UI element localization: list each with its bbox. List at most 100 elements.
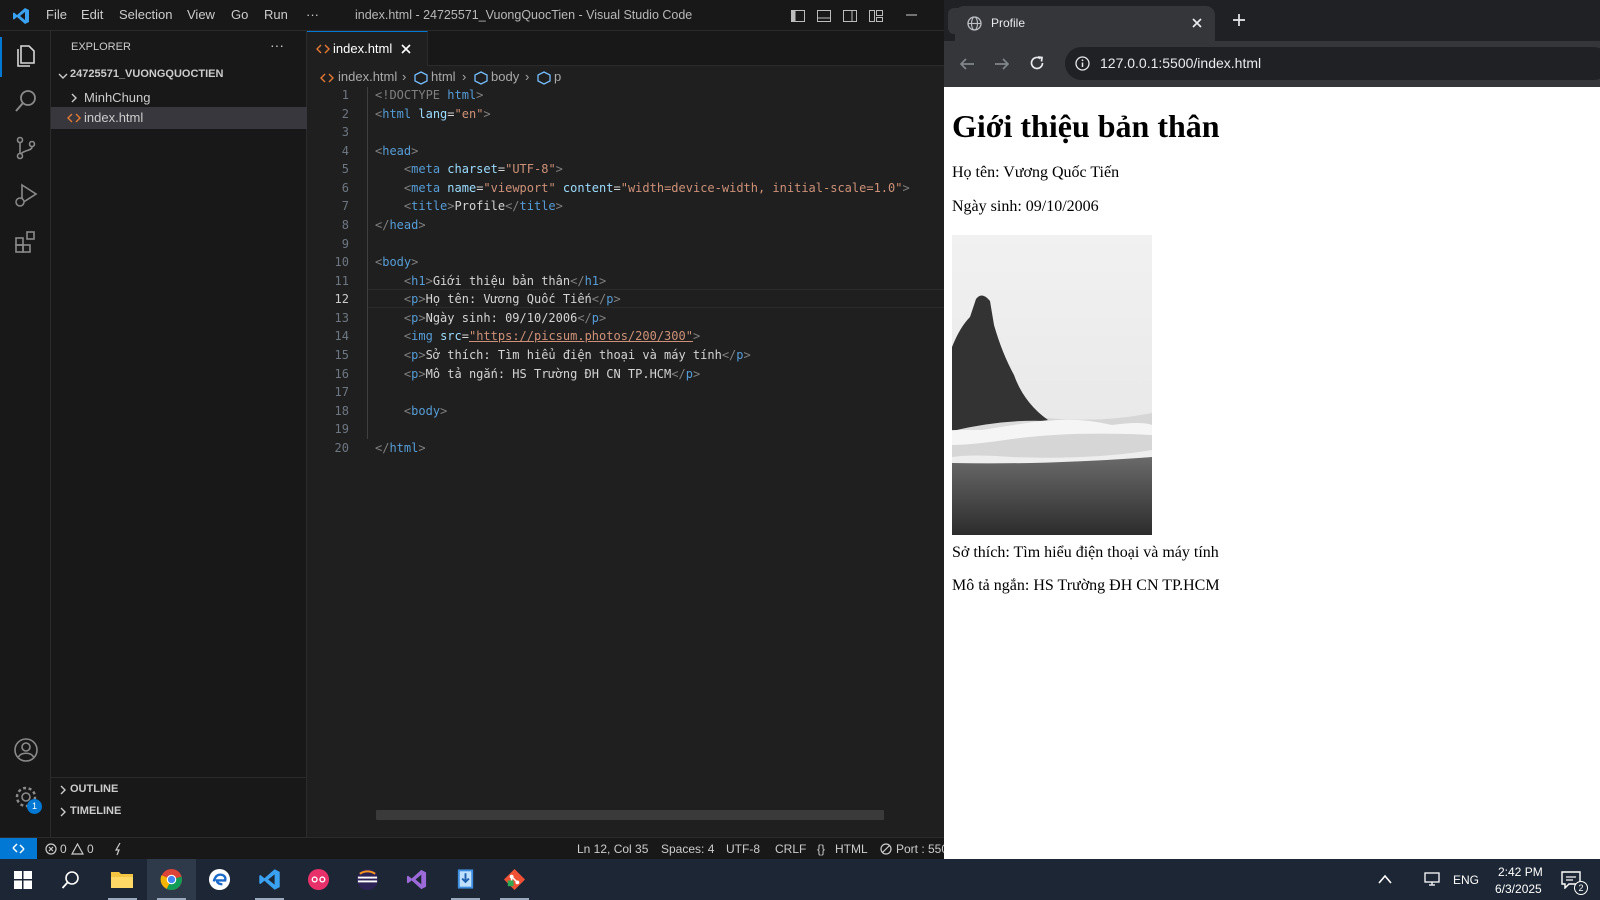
- dob-paragraph: Ngày sinh: 09/10/2006: [952, 198, 1099, 215]
- taskbar-file-explorer[interactable]: [98, 859, 147, 900]
- input-language[interactable]: ENG: [1453, 873, 1479, 887]
- warning-count[interactable]: 0: [87, 842, 94, 856]
- site-info-icon[interactable]: [1075, 56, 1090, 71]
- clock-time[interactable]: 2:42 PM: [1498, 865, 1543, 879]
- workspace-folder[interactable]: 24725571_VUONGQUOCTIEN: [70, 68, 223, 80]
- explorer-sidebar: EXPLORER ··· 24725571_VUONGQUOCTIEN Minh…: [51, 31, 307, 837]
- taskbar-google-chrome[interactable]: [147, 859, 196, 900]
- taskbar-visual-studio[interactable]: [392, 859, 441, 900]
- token: "UTF-8": [505, 162, 556, 176]
- customize-layout-icon[interactable]: [868, 8, 884, 24]
- vscode-window: File Edit Selection View Go Run ··· inde…: [0, 0, 944, 859]
- taskbar-edge[interactable]: [196, 859, 245, 900]
- chrome-window: Profile 127.0.0.1:5500/index.html Giới t…: [944, 0, 1600, 859]
- code-line-15: <p>Sở thích: Tìm hiểu điện thoại và máy …: [403, 348, 751, 362]
- taskbar-flickr[interactable]: [294, 859, 343, 900]
- timeline-section[interactable]: TIMELINE: [70, 805, 121, 817]
- code-line-8: </head>: [375, 218, 426, 232]
- chevron-up-icon[interactable]: [1378, 873, 1392, 885]
- taskbar-search-icon[interactable]: [61, 870, 81, 890]
- chevron-down-icon[interactable]: [57, 70, 69, 82]
- outline-section[interactable]: OUTLINE: [70, 783, 118, 795]
- minimize-icon[interactable]: [905, 6, 919, 22]
- indentation[interactable]: Spaces: 4: [661, 842, 714, 856]
- remote-button[interactable]: [0, 838, 37, 859]
- source-control-icon[interactable]: [13, 135, 39, 161]
- remote-icon: [12, 842, 25, 855]
- chevron-right-icon[interactable]: [57, 784, 69, 796]
- taskbar-installer[interactable]: [441, 859, 490, 900]
- status-bar: 0 0 Ln 12, Col 35 Spaces: 4 UTF-8 CRLF {…: [0, 837, 944, 859]
- clock-date[interactable]: 6/3/2025: [1495, 882, 1542, 896]
- chrome-tab-profile[interactable]: Profile: [955, 6, 1215, 41]
- token: Ngày sinh: 09/10/2006: [425, 311, 578, 325]
- menu-edit[interactable]: Edit: [81, 7, 103, 22]
- folder-icon: [110, 869, 134, 889]
- taskbar-git[interactable]: [490, 859, 539, 900]
- menu-run[interactable]: Run: [264, 7, 288, 22]
- taskbar-eclipse[interactable]: [343, 859, 392, 900]
- globe-icon: [967, 16, 982, 31]
- search-icon[interactable]: [13, 88, 39, 114]
- token: Profile: [454, 199, 506, 213]
- code-line-10: <body>: [375, 255, 419, 269]
- forward-arrow-icon[interactable]: [993, 55, 1011, 73]
- chrome-tabstrip: Profile: [944, 0, 1600, 41]
- menu-go[interactable]: Go: [231, 7, 248, 22]
- menu-selection[interactable]: Selection: [119, 7, 172, 22]
- tree-item-minhchung[interactable]: MinhChung: [51, 87, 307, 109]
- reload-icon[interactable]: [1028, 54, 1046, 72]
- token: "viewport": [483, 181, 556, 195]
- toggle-panel-icon[interactable]: [816, 8, 832, 24]
- back-arrow-icon[interactable]: [958, 55, 976, 73]
- line-ending[interactable]: CRLF: [775, 842, 806, 856]
- toggle-primary-sidebar-icon[interactable]: [790, 8, 806, 24]
- menu-file[interactable]: File: [46, 7, 67, 22]
- extensions-icon[interactable]: [13, 229, 39, 255]
- new-tab-plus-icon[interactable]: [1231, 12, 1247, 28]
- explorer-title: EXPLORER: [71, 41, 131, 53]
- language-mode[interactable]: HTML: [835, 842, 868, 856]
- tree-item-label: MinhChung: [84, 90, 151, 105]
- chevron-right-icon[interactable]: [57, 806, 69, 818]
- code-line-7: <title>Profile</title>: [403, 199, 563, 213]
- accounts-icon[interactable]: [13, 737, 39, 763]
- vscode-logo-icon: [12, 7, 30, 25]
- code-editor[interactable]: <!DOCTYPE html> <html lang="en"> <head> …: [307, 31, 944, 811]
- code-line-12: <p>Họ tên: Vương Quốc Tiến</p>: [403, 292, 621, 306]
- live-server-port[interactable]: Port : 5500: [896, 842, 944, 856]
- installer-icon: [454, 867, 477, 891]
- windows-start-icon[interactable]: [14, 871, 32, 889]
- code-line-6: <meta name="viewport" content="width=dev…: [403, 181, 910, 195]
- taskbar-vscode[interactable]: [245, 859, 294, 900]
- activity-bar: 1: [0, 31, 51, 837]
- code-line-20: </html>: [375, 441, 426, 455]
- explorer-icon[interactable]: [13, 41, 39, 67]
- rendered-page: Giới thiệu bản thân Họ tên: Vương Quốc T…: [944, 87, 1600, 859]
- horizontal-scrollbar[interactable]: [376, 810, 884, 820]
- page-heading: Giới thiệu bản thân: [952, 108, 1220, 144]
- code-line-11: <h1>Giới thiệu bản thân</h1>: [403, 274, 607, 288]
- window-title: index.html - 24725571_VuongQuocTien - Vi…: [355, 8, 693, 22]
- hobby-paragraph: Sở thích: Tìm hiểu điện thoại và máy tín…: [952, 544, 1219, 561]
- network-icon[interactable]: [1424, 872, 1442, 887]
- menu-more[interactable]: ···: [306, 7, 319, 22]
- live-share-icon[interactable]: [114, 842, 124, 856]
- error-count[interactable]: 0: [60, 842, 67, 856]
- explorer-more-button[interactable]: ···: [270, 37, 284, 53]
- address-bar[interactable]: 127.0.0.1:5500/index.html: [1065, 47, 1600, 80]
- visual-studio-icon: [405, 868, 428, 891]
- menu-view[interactable]: View: [187, 7, 215, 22]
- cursor-position[interactable]: Ln 12, Col 35: [577, 842, 648, 856]
- divider: [51, 777, 307, 778]
- token: html: [447, 88, 477, 102]
- token: Họ tên: Vương Quốc Tiến: [425, 292, 592, 306]
- tree-item-index-html[interactable]: index.html: [51, 107, 307, 129]
- close-tab-icon[interactable]: [1191, 17, 1203, 29]
- toggle-secondary-sidebar-icon[interactable]: [842, 8, 858, 24]
- run-debug-icon[interactable]: [13, 182, 39, 208]
- description-paragraph: Mô tả ngắn: HS Trường ĐH CN TP.HCM: [952, 577, 1220, 594]
- windows-taskbar: ENG 2:42 PM 6/3/2025 2: [0, 859, 1600, 900]
- encoding[interactable]: UTF-8: [726, 842, 760, 856]
- chrome-toolbar: 127.0.0.1:5500/index.html: [944, 41, 1600, 87]
